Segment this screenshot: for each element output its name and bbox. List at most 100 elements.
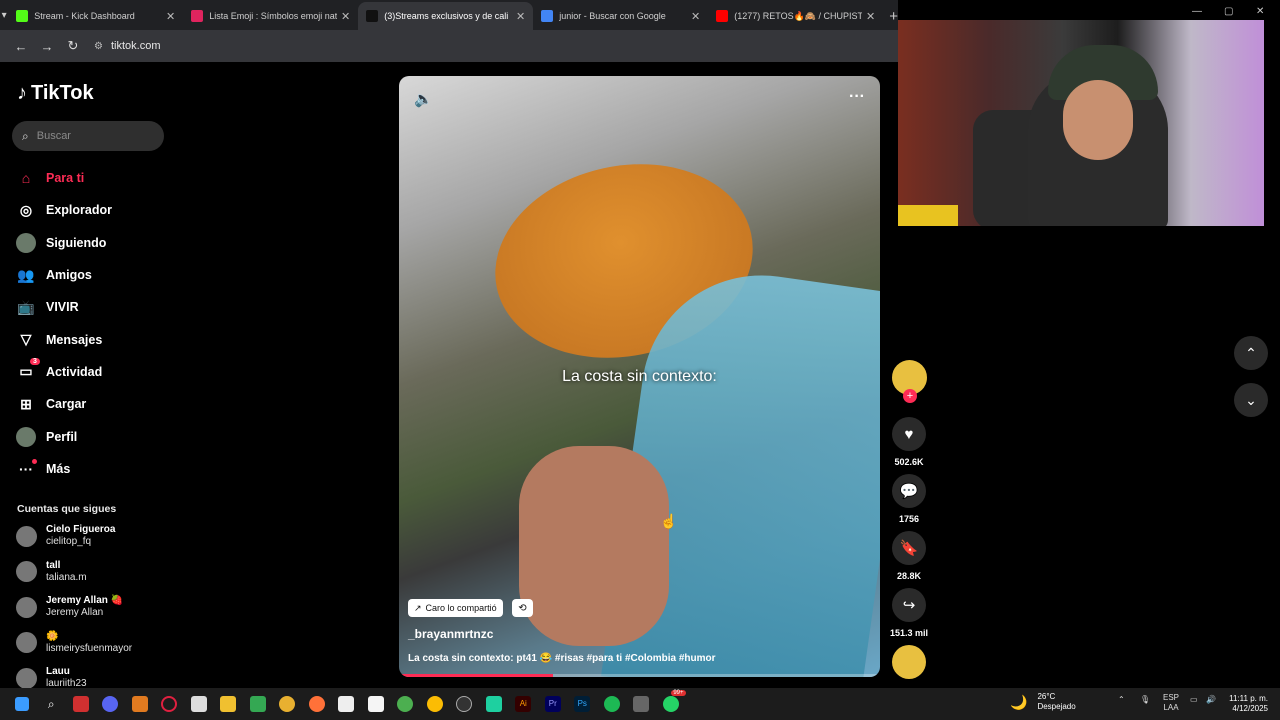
language-indicator[interactable]: ESP LAA <box>1163 693 1179 713</box>
comment-button[interactable]: 💬 <box>892 474 926 508</box>
file-icon[interactable] <box>361 688 391 720</box>
brand-name: TikTok <box>31 82 94 104</box>
search-input[interactable]: ⌕ Buscar <box>12 121 164 151</box>
sidebar-item-home[interactable]: ⌂ Para ti <box>16 162 196 194</box>
clock-time: 11:11 p. m. <box>1229 694 1268 703</box>
sidebar-item-more[interactable]: ··· Más <box>16 453 196 485</box>
browser-tab[interactable]: (3)Streams exclusivos y de cali ✕ <box>358 2 534 30</box>
tab-close-icon[interactable]: ✕ <box>691 10 700 23</box>
clock[interactable]: 11:11 p. m. 4/12/2025 <box>1222 694 1268 714</box>
mic-icon[interactable]: 🎙 <box>1140 695 1150 704</box>
spotify-icon[interactable] <box>597 688 627 720</box>
sidebar-item-compass[interactable]: ◎ Explorador <box>16 194 196 226</box>
followed-account[interactable]: Cielo Figueroa cielitop_fq <box>16 524 115 548</box>
windows-start-icon[interactable] <box>7 688 37 720</box>
tab-favicon-icon <box>716 10 729 22</box>
previous-video-button[interactable]: ⌃ <box>1234 336 1268 370</box>
forward-icon[interactable]: → <box>34 39 60 54</box>
tab-close-icon[interactable]: ✕ <box>341 10 350 23</box>
sidebar-item-send[interactable]: ▽ Mensajes <box>16 323 196 355</box>
new-tab-button[interactable]: + <box>889 2 898 30</box>
weather-widget[interactable]: 🌙 26°C Despejado <box>1010 692 1076 712</box>
chrome-icon-3[interactable] <box>420 688 450 720</box>
video-progress-bar[interactable] <box>399 674 880 677</box>
account-name: Lauu <box>46 666 70 677</box>
maximize-icon[interactable]: ▢ <box>1224 6 1233 17</box>
chrome-icon-2[interactable] <box>391 688 421 720</box>
tiktok-logo[interactable]: ♪ TikTok <box>17 82 94 105</box>
tab-search-icon[interactable]: ▾ <box>0 0 8 30</box>
followed-account[interactable]: tall taliana.m <box>16 560 87 584</box>
sidebar-item-avatar[interactable]: Siguiendo <box>16 227 196 259</box>
discord-icon[interactable] <box>96 688 126 720</box>
app-icon-grid[interactable] <box>627 688 657 720</box>
tab-close-icon[interactable]: ✕ <box>866 10 875 23</box>
app-icon-green[interactable] <box>479 688 509 720</box>
drive-icon[interactable] <box>243 688 273 720</box>
sidebar-item-label: Amigos <box>46 268 92 283</box>
followed-account[interactable]: Jeremy Allan 🍓 Jeremy Allan <box>16 595 123 619</box>
repost-icon[interactable]: ⟲ <box>512 599 533 617</box>
browser-tab[interactable]: Lista Emoji : Símbolos emoji nativ ✕ <box>183 2 358 30</box>
save-button[interactable]: 🔖 <box>892 531 926 565</box>
video-author[interactable]: _brayanmrtnzc <box>408 627 493 641</box>
url-field[interactable]: ⚙ tiktok.com <box>94 40 160 52</box>
comment-icon: 💬 <box>899 483 919 500</box>
app-icon-red[interactable] <box>66 688 96 720</box>
account-username: lismeirysfuenmayor <box>46 642 133 654</box>
browser-tab[interactable]: Stream - Kick Dashboard ✕ <box>8 2 183 30</box>
profile-icon <box>16 426 36 447</box>
following-accounts-title: Cuentas que sigues <box>17 503 117 515</box>
volume-icon[interactable]: 🔈 <box>414 90 433 108</box>
photoshop-icon[interactable]: Ps <box>568 688 598 720</box>
reload-icon[interactable]: ↻ <box>60 38 86 54</box>
music-disc-icon[interactable] <box>892 645 926 679</box>
back-icon[interactable]: ← <box>8 39 34 54</box>
whatsapp-icon[interactable]: 99+ <box>656 688 686 720</box>
store-icon[interactable] <box>184 688 214 720</box>
opera-icon[interactable] <box>155 688 185 720</box>
chrome-icon[interactable] <box>273 688 303 720</box>
chevron-up-icon: ⌃ <box>1245 344 1257 361</box>
taskbar-search-icon[interactable]: ⌕ <box>37 688 67 720</box>
app-icon-orange[interactable] <box>125 688 155 720</box>
site-info-icon[interactable]: ⚙ <box>94 41 103 52</box>
sidebar-item-friends[interactable]: 👥 Amigos <box>16 259 196 291</box>
next-video-button[interactable]: ⌄ <box>1234 383 1268 417</box>
followed-account[interactable]: Lauu lauriith23 <box>16 666 87 690</box>
tab-title: junior - Buscar con Google <box>559 11 666 21</box>
more-options-icon[interactable]: ··· <box>849 88 865 106</box>
browser-tab[interactable]: (1277) RETOS🔥🙈 / CHUPISTERE✕ <box>708 2 883 30</box>
network-icon[interactable]: ▭ <box>1190 695 1198 704</box>
video-player[interactable]: La costa sin contexto: 🔈 ··· ↗ Caro lo c… <box>399 76 880 677</box>
minimize-icon[interactable]: — <box>1192 6 1202 17</box>
sidebar-item-upload[interactable]: ⊞ Cargar <box>16 388 196 420</box>
search-placeholder: Buscar <box>36 130 71 142</box>
friends-icon: 👥 <box>17 266 35 283</box>
obs-icon[interactable] <box>450 688 480 720</box>
tab-close-icon[interactable]: ✕ <box>516 10 525 23</box>
folder-icon[interactable] <box>214 688 244 720</box>
sidebar-item-activity[interactable]: ▭ 3 Actividad <box>16 356 196 388</box>
tab-close-icon[interactable]: ✕ <box>166 10 175 23</box>
shared-by-chip[interactable]: ↗ Caro lo compartió <box>408 599 503 617</box>
premiere-icon[interactable]: Pr <box>538 688 568 720</box>
follow-plus-icon[interactable]: + <box>903 389 917 403</box>
live-icon: 📺 <box>17 298 35 315</box>
volume-tray-icon[interactable]: 🔊 <box>1206 695 1216 704</box>
illustrator-icon[interactable]: Ai <box>509 688 539 720</box>
firefox-icon[interactable] <box>302 688 332 720</box>
tab-favicon-icon <box>366 10 379 22</box>
close-window-icon[interactable]: ✕ <box>1256 6 1264 17</box>
share-button[interactable]: ↪ <box>892 588 926 622</box>
sidebar-item-live[interactable]: 📺 VIVIR <box>16 291 196 323</box>
like-button[interactable]: ♥ <box>892 417 926 451</box>
followed-account[interactable]: 🌼 lismeirysfuenmayor <box>16 631 132 655</box>
activity-badge: 3 <box>30 357 40 365</box>
app-icon-white[interactable] <box>332 688 362 720</box>
browser-tab[interactable]: junior - Buscar con Google ✕ <box>533 2 708 30</box>
tab-favicon-icon <box>16 10 29 22</box>
tab-favicon-icon <box>191 10 204 22</box>
tray-chevron-icon[interactable]: ⌃ <box>1118 695 1125 704</box>
sidebar-item-profile[interactable]: Perfil <box>16 420 196 452</box>
